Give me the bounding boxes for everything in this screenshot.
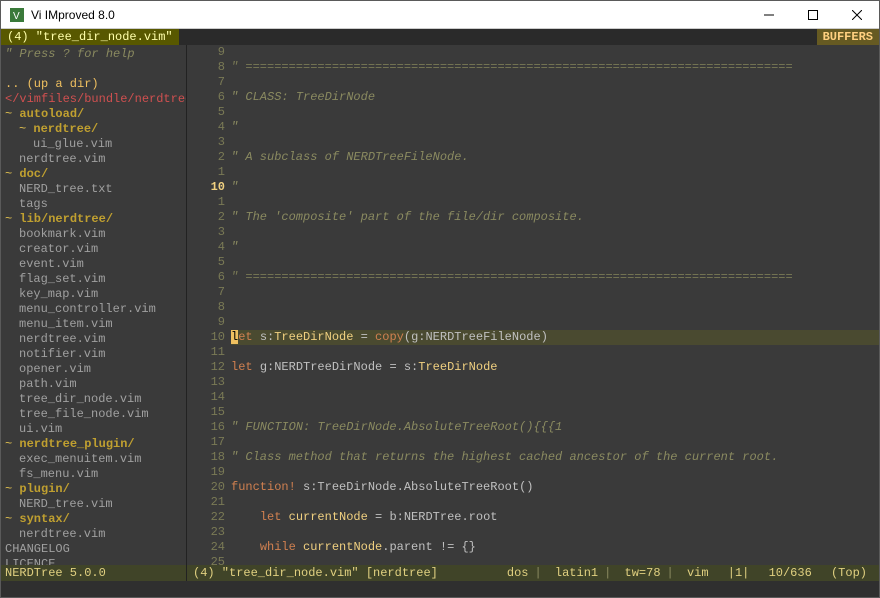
close-button[interactable] xyxy=(835,1,879,29)
file-nerdtree-vim[interactable]: nerdtree.vim xyxy=(5,152,186,167)
file-creator[interactable]: creator.vim xyxy=(5,242,186,257)
file-plugin-nerd-tree[interactable]: NERD_tree.vim xyxy=(5,497,186,512)
file-fs-menu[interactable]: fs_menu.vim xyxy=(5,467,186,482)
line-number-gutter: 9876543211012345678910111213141516171819… xyxy=(187,45,231,565)
file-syntax-nerdtree[interactable]: nerdtree.vim xyxy=(5,527,186,542)
nerdtree-pane[interactable]: " Press ? for help .. (up a dir) </vimfi… xyxy=(1,45,187,565)
file-menu-item[interactable]: menu_item.vim xyxy=(5,317,186,332)
status-right: (4) "tree_dir_node.vim" [nerdtree] dos| … xyxy=(187,565,879,581)
maximize-button[interactable] xyxy=(791,1,835,29)
status-line-total: 10/636 xyxy=(763,566,818,580)
status-bar: NERDTree 5.0.0 (4) "tree_dir_node.vim" [… xyxy=(1,565,879,581)
file-tags[interactable]: tags xyxy=(5,197,186,212)
status-textwidth: tw=78 xyxy=(619,566,667,580)
buffer-tab[interactable]: (4) "tree_dir_node.vim" xyxy=(1,29,180,45)
dir-nerdtree-plugin[interactable]: ~ nerdtree_plugin/ xyxy=(5,437,186,452)
status-left: NERDTree 5.0.0 xyxy=(1,565,187,581)
tree-root[interactable]: </vimfiles/bundle/nerdtree/ xyxy=(5,92,186,107)
up-a-dir[interactable]: .. (up a dir) xyxy=(5,77,186,92)
status-fileformat: dos xyxy=(501,566,535,580)
svg-text:V: V xyxy=(13,11,20,22)
file-tree-file-node[interactable]: tree_file_node.vim xyxy=(5,407,186,422)
cursor-line: let s:TreeDirNode = copy(g:NERDTreeFileN… xyxy=(231,330,879,345)
file-tree-dir-node[interactable]: tree_dir_node.vim xyxy=(5,392,186,407)
command-line[interactable] xyxy=(1,581,879,597)
file-exec-menuitem[interactable]: exec_menuitem.vim xyxy=(5,452,186,467)
file-menu-controller[interactable]: menu_controller.vim xyxy=(5,302,186,317)
file-notifier[interactable]: notifier.vim xyxy=(5,347,186,362)
file-flag-set[interactable]: flag_set.vim xyxy=(5,272,186,287)
window-titlebar: V Vi IMproved 8.0 xyxy=(1,1,879,29)
file-nerdtree2[interactable]: nerdtree.vim xyxy=(5,332,186,347)
status-column: |1| xyxy=(722,566,756,580)
dir-autoload-nerdtree[interactable]: ~ nerdtree/ xyxy=(5,122,186,137)
code-area[interactable]: " ======================================… xyxy=(231,45,879,565)
file-path[interactable]: path.vim xyxy=(5,377,186,392)
file-ui[interactable]: ui.vim xyxy=(5,422,186,437)
code-pane[interactable]: 9876543211012345678910111213141516171819… xyxy=(187,45,879,565)
dir-lib[interactable]: ~ lib/nerdtree/ xyxy=(5,212,186,227)
buffers-label[interactable]: BUFFERS xyxy=(817,29,879,45)
file-nerd-tree-txt[interactable]: NERD_tree.txt xyxy=(5,182,186,197)
dir-doc[interactable]: ~ doc/ xyxy=(5,167,186,182)
status-filename: (4) "tree_dir_node.vim" [nerdtree] xyxy=(193,565,438,581)
dir-plugin[interactable]: ~ plugin/ xyxy=(5,482,186,497)
file-bookmark[interactable]: bookmark.vim xyxy=(5,227,186,242)
file-event[interactable]: event.vim xyxy=(5,257,186,272)
status-encoding: latin1 xyxy=(549,566,604,580)
app-icon: V xyxy=(9,7,25,23)
file-key-map[interactable]: key_map.vim xyxy=(5,287,186,302)
dir-autoload[interactable]: ~ autoload/ xyxy=(5,107,186,122)
status-filetype: vim xyxy=(681,566,715,580)
file-ui-glue[interactable]: ui_glue.vim xyxy=(5,137,186,152)
dir-syntax[interactable]: ~ syntax/ xyxy=(5,512,186,527)
file-licence[interactable]: LICENCE xyxy=(5,557,186,565)
bufbar-fill xyxy=(180,29,817,45)
minimize-button[interactable] xyxy=(747,1,791,29)
window-title: Vi IMproved 8.0 xyxy=(31,8,747,22)
help-hint: " Press ? for help xyxy=(5,47,186,62)
file-opener[interactable]: opener.vim xyxy=(5,362,186,377)
file-changelog[interactable]: CHANGELOG xyxy=(5,542,186,557)
editor-split: " Press ? for help .. (up a dir) </vimfi… xyxy=(1,45,879,565)
buffer-bar: (4) "tree_dir_node.vim" BUFFERS xyxy=(1,29,879,45)
status-scroll-pct: (Top) xyxy=(825,566,873,580)
